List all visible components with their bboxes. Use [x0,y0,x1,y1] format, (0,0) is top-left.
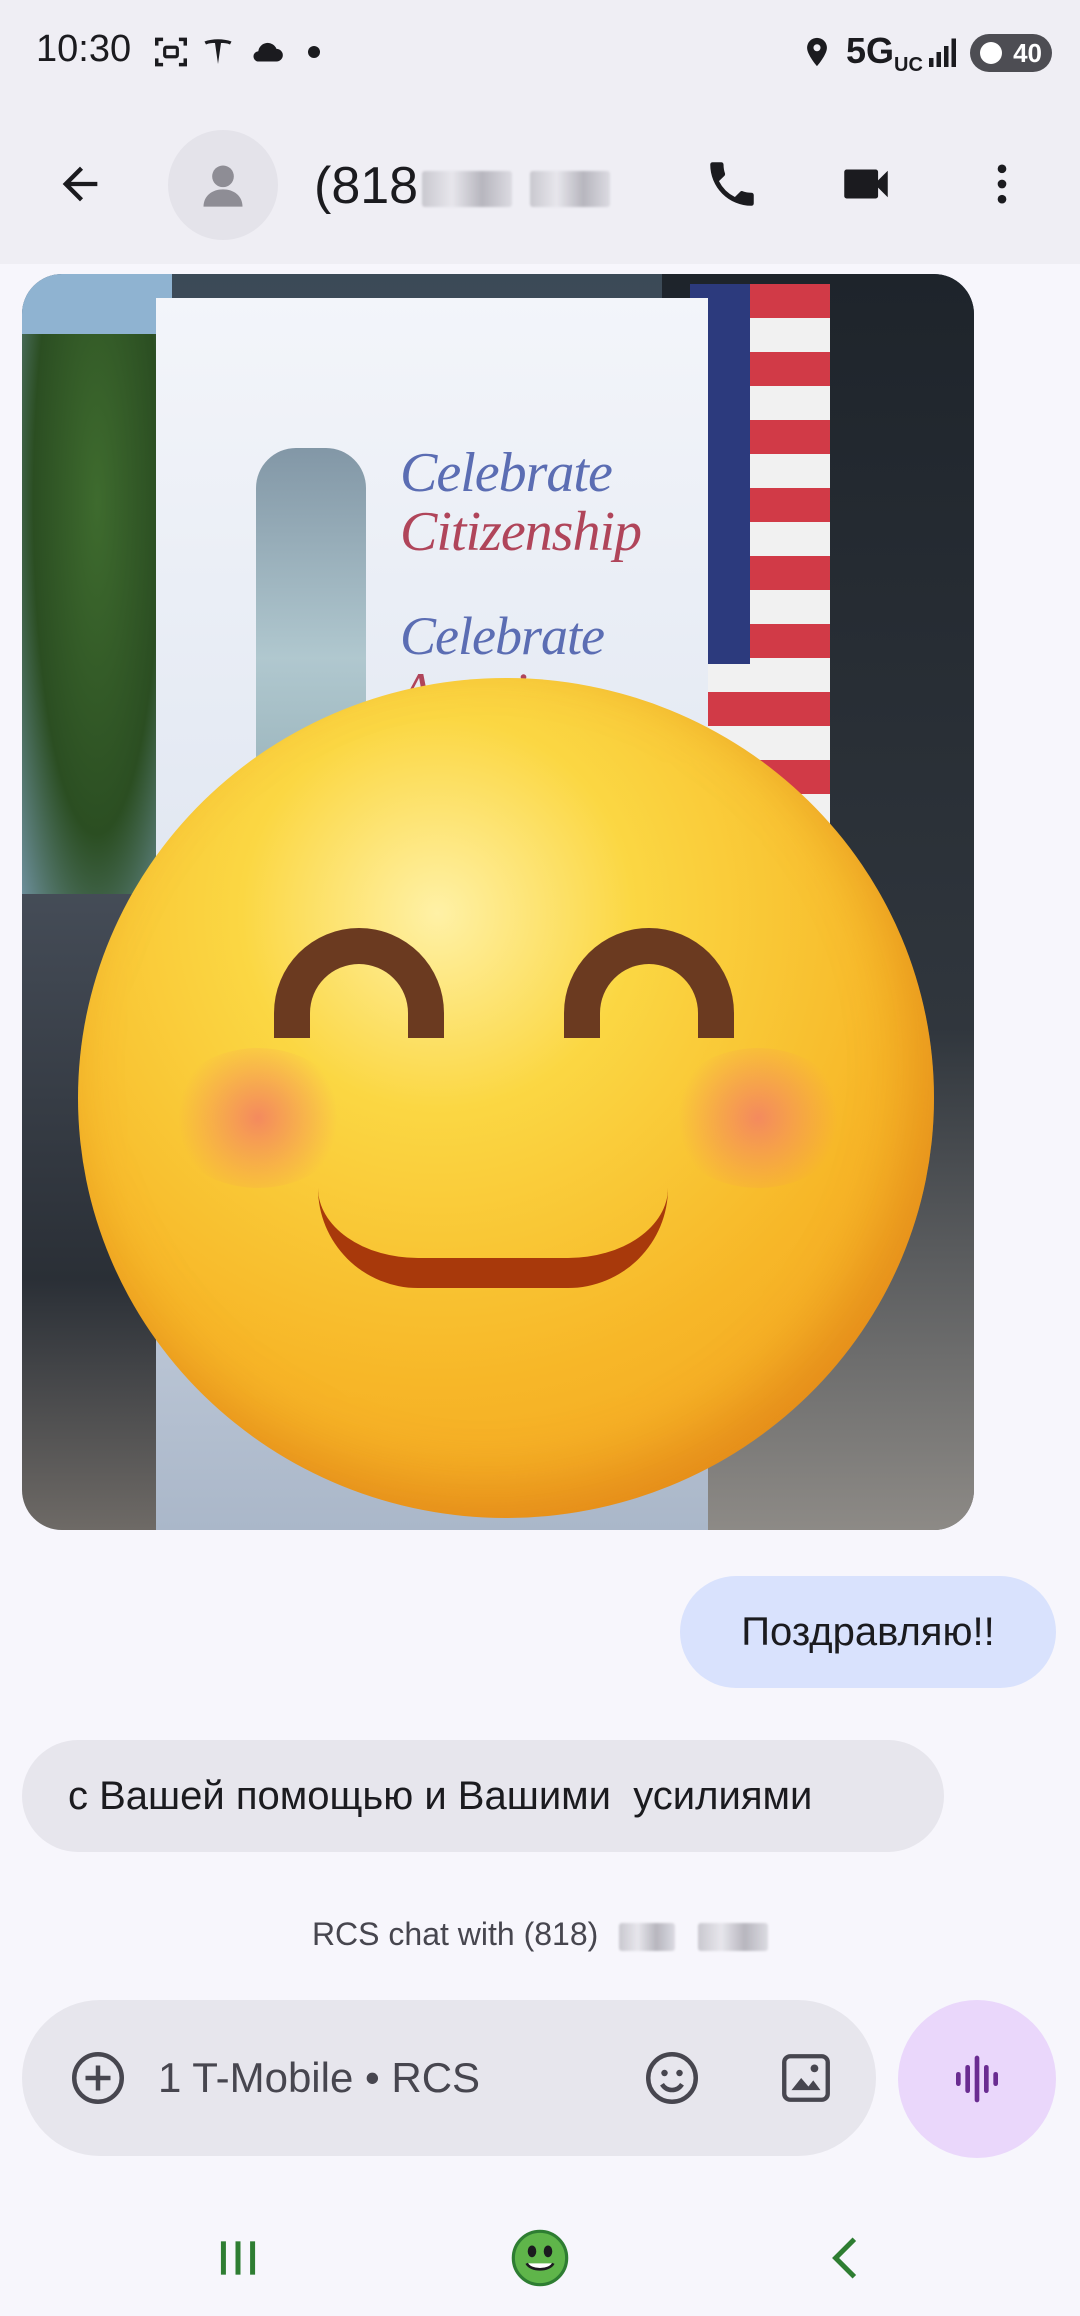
emoji-eye [274,928,444,1038]
battery-saver-icon [980,42,1002,64]
video-call-button[interactable] [826,144,906,224]
redacted-number [619,1922,676,1951]
status-time: 10:30 [36,28,132,70]
more-options-button[interactable] [962,144,1042,224]
back-chevron-icon [832,2237,857,2279]
contact-name[interactable]: (818 [314,156,611,216]
home-icon [511,2229,569,2287]
message-input[interactable] [158,2046,638,2110]
video-camera-icon [844,169,888,199]
rcs-chat-info: RCS chat with (818) [0,1916,1080,1953]
conversation-thread[interactable]: Celebrate Citizenship Celebrate America … [0,270,1080,1990]
emoji-icon [646,2052,698,2104]
emoji-eye [564,928,734,1038]
gallery-icon [782,2054,830,2102]
screenshot-icon [152,32,190,72]
more-vert-icon [997,164,1007,204]
phone-icon [710,162,754,206]
status-bar: 10:30 5GUC 40 [0,0,1080,104]
image-message[interactable]: Celebrate Citizenship Celebrate America [22,274,974,1530]
home-button[interactable] [502,2220,578,2296]
add-attachment-button[interactable] [58,2038,138,2118]
network-label: 5GUC [846,30,923,77]
signal-icon [926,32,962,72]
emoji-cheek [668,1048,848,1188]
voice-message-button[interactable] [898,2000,1056,2158]
recents-icon [220,2241,256,2275]
battery-level: 40 [1013,37,1042,68]
photo-trees [22,334,172,894]
emoji-button[interactable] [632,2038,712,2118]
back-nav-button[interactable] [808,2220,884,2296]
voice-waveform-icon [956,2055,998,2103]
conversation-header: (818 [0,104,1080,264]
avatar-person-icon [203,165,243,207]
cloud-icon [248,32,286,72]
incoming-message[interactable]: с Вашей помощью и Вашими усилиями [22,1740,944,1852]
notification-dot-icon [308,46,320,58]
compose-bar [22,2000,876,2156]
back-arrow-icon [62,166,98,202]
system-navigation-bar [0,2200,1080,2316]
redacted-number [422,171,513,208]
avatar[interactable] [168,130,278,240]
gallery-button[interactable] [766,2038,846,2118]
recents-button[interactable] [200,2220,276,2296]
location-icon [800,32,834,72]
emoji-mouth [318,1188,668,1288]
smiling-face-emoji-overlay [78,678,934,1518]
redacted-number [698,1922,769,1951]
battery-icon: 40 [970,34,1052,72]
call-button[interactable] [692,144,772,224]
emoji-cheek [168,1048,348,1188]
redacted-number [530,171,611,208]
tesla-icon [200,32,236,72]
outgoing-message[interactable]: Поздравляю!! [680,1576,1056,1688]
add-circle-icon [72,2052,124,2104]
back-button[interactable] [40,144,120,224]
